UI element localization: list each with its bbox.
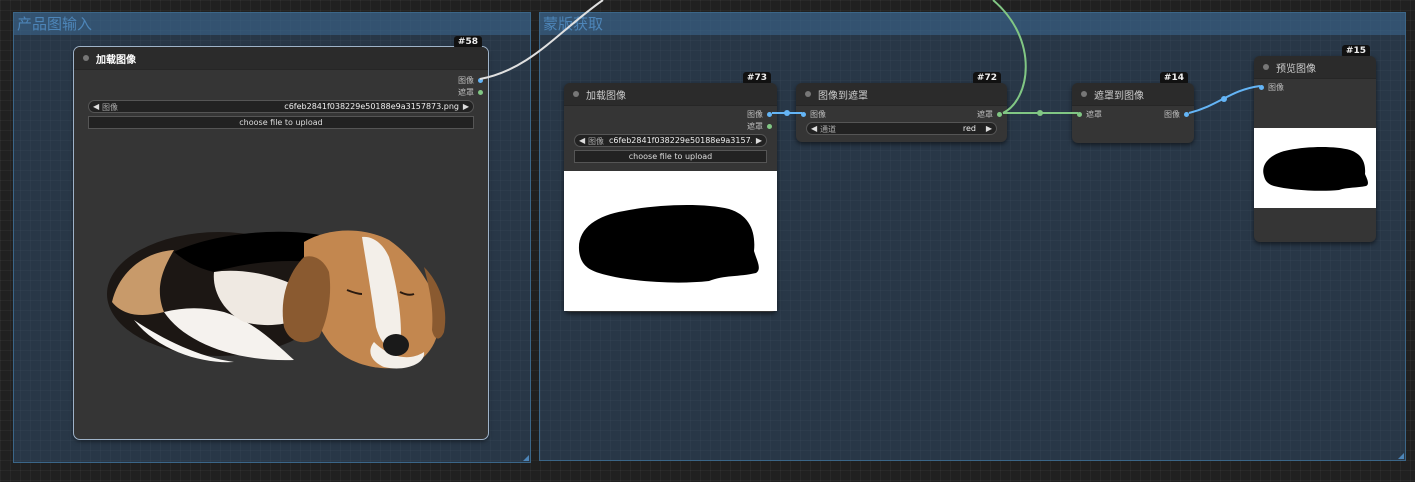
collapse-dot-icon[interactable]: [1263, 64, 1269, 70]
image-combo-widget[interactable]: ◀ 图像 c6feb2841f038229e50188e9a3157... ▶: [574, 134, 767, 147]
slot-label: 图像: [458, 76, 474, 85]
node-title: 图像到遮罩: [818, 91, 868, 102]
slot-label: 图像: [810, 110, 826, 119]
arrow-left-icon[interactable]: ◀: [93, 102, 99, 111]
output-slot-image[interactable]: 图像: [564, 108, 777, 120]
arrow-right-icon[interactable]: ▶: [986, 124, 992, 133]
slot-label: 图像: [1164, 110, 1180, 119]
node-load-image-73[interactable]: #73 加载图像 图像 遮罩 ◀ 图像 c6feb2841f038229e501…: [564, 72, 777, 312]
output-slot-image[interactable]: 图像: [74, 74, 488, 86]
widget-value: c6feb2841f038229e50188e9a3157...: [609, 136, 752, 145]
upload-button[interactable]: choose file to upload: [574, 150, 767, 163]
node-title: 遮罩到图像: [1094, 91, 1144, 102]
output-slot-mask[interactable]: 遮罩: [74, 86, 488, 98]
group-title[interactable]: 产品图输入: [14, 13, 530, 35]
slot-label: 图像: [1268, 83, 1284, 92]
node-load-image-58[interactable]: #58 加载图像 图像 遮罩 ◀ 图像 c6feb2841f038229e501…: [73, 36, 489, 440]
output-dot-icon[interactable]: [997, 112, 1002, 117]
collapse-dot-icon[interactable]: [805, 91, 811, 97]
input-dot-icon[interactable]: [801, 112, 806, 117]
collapse-dot-icon[interactable]: [1081, 91, 1087, 97]
slot-label: 图像: [747, 110, 763, 119]
output-dot-icon[interactable]: [1184, 112, 1189, 117]
arrow-right-icon[interactable]: ▶: [756, 136, 762, 145]
dog-image-preview: [107, 230, 446, 369]
widget-value: c6feb2841f038229e50188e9a3157873.png: [284, 102, 459, 111]
output-dot-icon[interactable]: [478, 78, 483, 83]
node-header[interactable]: 加载图像: [74, 47, 488, 70]
output-dot-icon[interactable]: [478, 90, 483, 95]
node-header[interactable]: 遮罩到图像: [1072, 83, 1194, 106]
arrow-right-icon[interactable]: ▶: [463, 102, 469, 111]
node-title: 预览图像: [1276, 64, 1316, 75]
preview-output-image: [1254, 128, 1376, 208]
node-title: 加载图像: [96, 55, 136, 66]
node-title: 加载图像: [586, 91, 626, 102]
arrow-left-icon[interactable]: ◀: [579, 136, 585, 145]
group-resize-handle[interactable]: [1398, 453, 1404, 459]
node-header[interactable]: 图像到遮罩: [796, 83, 1007, 106]
collapse-dot-icon[interactable]: [83, 55, 89, 61]
group-resize-handle[interactable]: [523, 455, 529, 461]
slot-label: 遮罩: [977, 110, 993, 119]
group-title[interactable]: 蒙版获取: [540, 13, 1405, 35]
slot-label: 遮罩: [747, 122, 763, 131]
node-image-to-mask-72[interactable]: #72 图像到遮罩 图像 遮罩 ◀ 通道 red ▶: [796, 72, 1007, 142]
io-slot-row[interactable]: 遮罩 图像: [1072, 108, 1194, 120]
output-slot-mask[interactable]: 遮罩: [564, 120, 777, 132]
io-slot-row[interactable]: 图像 遮罩: [796, 108, 1007, 120]
arrow-left-icon[interactable]: ◀: [811, 124, 817, 133]
widget-label: 通道: [820, 125, 836, 134]
output-dot-icon[interactable]: [767, 112, 772, 117]
output-dot-icon[interactable]: [767, 124, 772, 129]
upload-button[interactable]: choose file to upload: [88, 116, 474, 129]
input-dot-icon[interactable]: [1259, 85, 1264, 90]
widget-label: 图像: [102, 103, 118, 112]
mask-image-preview: [564, 171, 777, 311]
widget-label: 图像: [588, 137, 604, 146]
node-mask-to-image-14[interactable]: #14 遮罩到图像 遮罩 图像: [1072, 72, 1194, 143]
input-slot-image[interactable]: 图像: [1254, 81, 1376, 93]
input-dot-icon[interactable]: [1077, 112, 1082, 117]
node-preview-image-15[interactable]: #15 预览图像 图像: [1254, 45, 1376, 242]
node-header[interactable]: 预览图像: [1254, 56, 1376, 79]
image-combo-widget[interactable]: ◀ 图像 c6feb2841f038229e50188e9a3157873.pn…: [88, 100, 474, 113]
slot-label: 遮罩: [458, 88, 474, 97]
slot-label: 遮罩: [1086, 110, 1102, 119]
channel-combo-widget[interactable]: ◀ 通道 red ▶: [806, 122, 997, 135]
collapse-dot-icon[interactable]: [573, 91, 579, 97]
widget-value: red: [962, 124, 976, 133]
node-header[interactable]: 加载图像: [564, 83, 777, 106]
